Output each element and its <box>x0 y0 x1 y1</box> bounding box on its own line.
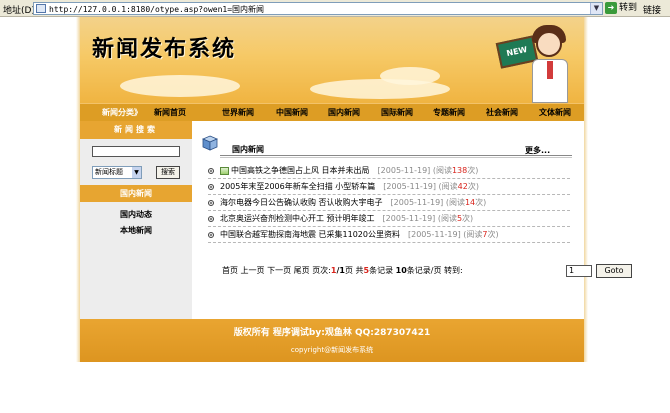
teacher-icon <box>536 31 562 57</box>
pager-page-label: 页次: <box>312 266 331 275</box>
sidebar-item-local-news[interactable]: 本地新闻 <box>80 225 192 236</box>
chevron-down-icon[interactable]: ▼ <box>590 3 602 14</box>
footer-copyright-sub: copyright@新闻发布系统 <box>290 346 374 354</box>
news-hits-suffix: 次) <box>475 198 487 207</box>
main-content: 国内新闻 更多... 中国高铁之争德国占上风 日本并未出局 [2005-11-19… <box>192 121 632 319</box>
pager-next[interactable]: 下一页 <box>267 266 291 275</box>
sidebar-section-title: 国内新闻 <box>80 185 192 202</box>
bullet-icon <box>208 183 214 190</box>
news-hits-prefix: (阅读 <box>445 198 465 207</box>
pager-first[interactable]: 首页 <box>222 266 238 275</box>
divider <box>220 157 572 158</box>
bullet-icon <box>208 231 214 238</box>
nav-item-domestic[interactable]: 国内新闻 <box>328 107 360 118</box>
nav-item-international[interactable]: 国际新闻 <box>381 107 413 118</box>
image-icon <box>220 166 229 175</box>
news-hits-suffix: 次) <box>487 230 499 239</box>
list-item: 海尔电器今日公告确认收购 否认收购大宇电子 [2005-11-19] (阅读14次… <box>208 196 570 211</box>
news-hits-count: 138 <box>451 166 468 175</box>
nav-item-china[interactable]: 中国新闻 <box>276 107 308 118</box>
pager-last[interactable]: 尾页 <box>294 266 310 275</box>
pager-per-page-suffix: 条记录/页 <box>406 266 442 275</box>
url-text: http://127.0.0.1:8180/otype.asp?owen1=国内… <box>49 5 265 14</box>
news-hits-prefix: (阅读 <box>432 166 452 175</box>
news-hits-suffix: 次) <box>467 182 479 191</box>
pager-goto-label: 转到: <box>444 266 463 275</box>
news-hits-prefix: (阅读 <box>438 182 458 191</box>
footer: 版权所有 程序调试by:观鱼林 QQ:287307421 copyright@新… <box>80 319 584 362</box>
sidebar: 新闻搜索 新闻标题 ▼ 搜索 国内新闻 国内动态 本地新闻 <box>80 121 192 319</box>
list-item: 中国高铁之争德国占上风 日本并未出局 [2005-11-19] (阅读138次) <box>208 164 570 179</box>
teacher-tie <box>547 61 553 79</box>
news-date: [2005-11-19] <box>377 166 431 175</box>
bullet-icon <box>208 167 214 174</box>
page-shadow-right <box>584 17 588 362</box>
news-hits-suffix: 次) <box>467 166 479 175</box>
news-hits-suffix: 次) <box>462 214 474 223</box>
search-title: 新闻搜索 <box>80 121 192 139</box>
cloud-decoration <box>120 75 240 97</box>
go-button[interactable]: ➜ 转到 <box>605 2 641 15</box>
bullet-icon <box>208 215 214 222</box>
go-label: 转到 <box>619 3 638 13</box>
bullet-icon <box>208 199 214 206</box>
links-button[interactable]: 链接 <box>643 3 661 16</box>
pager-per-page: 10 <box>395 266 407 275</box>
page-number-input[interactable]: 1 <box>566 265 592 277</box>
news-date: [2005-11-19] <box>382 214 436 223</box>
list-item: 中国联合越军勘探南海地震 已采集11020公里资料 [2005-11-19] (阅… <box>208 228 570 243</box>
news-title-link[interactable]: 北京奥运兴奋剂检测中心开工 预计明年竣工 <box>220 214 375 223</box>
page: 新闻发布系统 NEW 新闻分类》 新闻首页 世界新闻 中国新闻 国内新闻 国际新… <box>80 17 632 362</box>
banner: 新闻发布系统 NEW <box>80 17 584 103</box>
footer-copyright: 版权所有 程序调试by:观鱼林 QQ:287307421 <box>233 328 431 338</box>
nav-item-special[interactable]: 专题新闻 <box>433 107 465 118</box>
nav-item-sports[interactable]: 文体新闻 <box>539 107 571 118</box>
address-bar: 地址(D) http://127.0.0.1:8180/otype.asp?ow… <box>0 0 670 17</box>
content-title: 国内新闻 <box>232 145 264 154</box>
news-date: [2005-11-19] <box>408 230 461 239</box>
pager-prev[interactable]: 上一页 <box>241 266 265 275</box>
news-title-link[interactable]: 中国高铁之争德国占上风 日本并未出局 <box>231 166 370 175</box>
pager-total-suffix: 条记录 <box>369 266 394 275</box>
search-type-select[interactable]: 新闻标题 ▼ <box>92 166 142 179</box>
nav-category-label: 新闻分类》 <box>102 108 142 117</box>
search-button[interactable]: 搜索 <box>156 166 180 179</box>
nav-item-society[interactable]: 社会新闻 <box>486 107 518 118</box>
nav-item-home[interactable]: 新闻首页 <box>154 107 186 118</box>
divider <box>220 155 572 156</box>
chevron-down-icon: ▼ <box>132 167 141 178</box>
address-label: 地址(D) <box>3 6 35 16</box>
pagination: 首页 上一页 下一页 尾页 页次:1/1页 共5条记录 10条记录/页 转到: <box>222 264 463 278</box>
news-hits-prefix: (阅读 <box>463 230 483 239</box>
pager-total-prefix: 共 <box>355 266 364 275</box>
news-date: [2005-11-19] <box>390 198 444 207</box>
pager-page-unit: 页 <box>344 266 353 275</box>
list-item: 2005年末至2006年新车全扫描 小型轿车篇 [2005-11-19] (阅读4… <box>208 180 570 195</box>
site-title: 新闻发布系统 <box>92 36 237 62</box>
search-input[interactable] <box>92 146 180 157</box>
news-title-link[interactable]: 中国联合越军勘探南海地震 已采集11020公里资料 <box>220 230 400 239</box>
news-title-link[interactable]: 2005年末至2006年新车全扫描 小型轿车篇 <box>220 182 375 191</box>
goto-button[interactable]: Goto <box>596 264 632 278</box>
nav-bar: 新闻分类》 新闻首页 世界新闻 中国新闻 国内新闻 国际新闻 专题新闻 社会新闻… <box>80 103 584 121</box>
search-type-value: 新闻标题 <box>95 168 123 176</box>
news-title-link[interactable]: 海尔电器今日公告确认收购 否认收购大宇电子 <box>220 198 383 207</box>
url-field[interactable]: http://127.0.0.1:8180/otype.asp?owen1=国内… <box>33 2 603 15</box>
news-hits-count: 42 <box>457 182 468 191</box>
news-hits-count: 14 <box>464 198 476 207</box>
news-date: [2005-11-19] <box>383 182 436 191</box>
page-icon <box>36 4 46 13</box>
news-hits-prefix: (阅读 <box>437 214 457 223</box>
sidebar-item-domestic-news[interactable]: 国内动态 <box>80 209 192 220</box>
nav-item-world[interactable]: 世界新闻 <box>222 107 254 118</box>
pager-total: /1 <box>336 266 345 275</box>
list-item: 北京奥运兴奋剂检测中心开工 预计明年竣工 [2005-11-19] (阅读5次) <box>208 212 570 227</box>
cube-icon <box>202 135 218 151</box>
cloud-decoration <box>380 67 440 85</box>
go-arrow-icon: ➜ <box>605 2 617 14</box>
